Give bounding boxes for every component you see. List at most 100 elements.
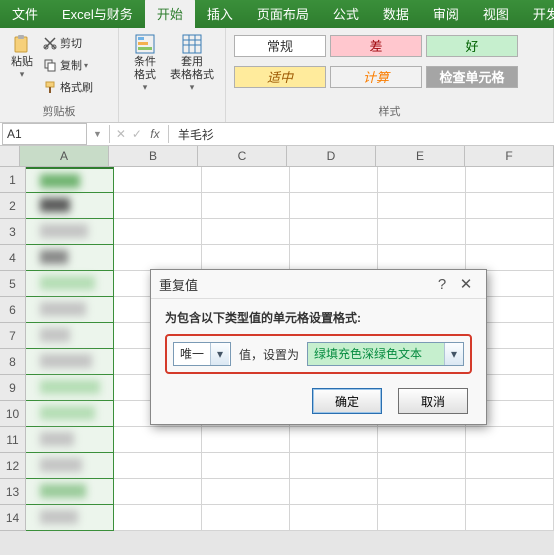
cell[interactable] [202, 505, 290, 531]
cell[interactable] [26, 297, 114, 323]
cell[interactable] [202, 219, 290, 245]
ok-button[interactable]: 确定 [312, 388, 382, 414]
row-header[interactable]: 6 [0, 297, 26, 323]
col-header[interactable]: E [376, 146, 465, 166]
cell[interactable] [378, 453, 466, 479]
col-header[interactable]: D [287, 146, 376, 166]
paste-button[interactable]: 粘贴 ▾ [7, 32, 37, 82]
cell[interactable] [26, 245, 114, 271]
name-box-dropdown[interactable]: ▼ [89, 129, 106, 139]
tab-file[interactable]: 文件 [0, 0, 50, 28]
style-normal[interactable]: 常规 [234, 35, 326, 57]
copy-button[interactable]: 复制▾ [40, 55, 96, 75]
cell[interactable] [466, 453, 554, 479]
row-header[interactable]: 2 [0, 193, 26, 219]
style-bad[interactable]: 差 [330, 35, 422, 57]
cell[interactable] [378, 219, 466, 245]
formula-input[interactable]: 羊毛衫 [172, 126, 554, 143]
row-header[interactable]: 4 [0, 245, 26, 271]
style-good[interactable]: 好 [426, 35, 518, 57]
cell[interactable] [290, 427, 378, 453]
cell[interactable] [202, 167, 290, 193]
cell[interactable] [114, 479, 202, 505]
cell[interactable] [114, 193, 202, 219]
cell[interactable] [26, 219, 114, 245]
cell[interactable] [290, 167, 378, 193]
row-header[interactable]: 9 [0, 375, 26, 401]
style-calculation[interactable]: 计算 [330, 66, 422, 88]
cell[interactable] [290, 505, 378, 531]
col-header[interactable]: B [109, 146, 198, 166]
fx-icon[interactable]: fx [145, 127, 165, 141]
cell[interactable] [466, 427, 554, 453]
row-header[interactable]: 13 [0, 479, 26, 505]
help-icon[interactable]: ? [430, 276, 454, 293]
row-header[interactable]: 11 [0, 427, 26, 453]
cell[interactable] [466, 245, 554, 271]
cell[interactable] [114, 219, 202, 245]
tab-insert[interactable]: 插入 [195, 0, 245, 28]
cell[interactable] [378, 245, 466, 271]
row-header[interactable]: 8 [0, 349, 26, 375]
cell[interactable] [290, 193, 378, 219]
cell[interactable] [114, 427, 202, 453]
col-header[interactable]: C [198, 146, 287, 166]
cell[interactable] [378, 193, 466, 219]
cell[interactable] [378, 427, 466, 453]
row-header[interactable]: 12 [0, 453, 26, 479]
cancel-button[interactable]: 取消 [398, 388, 468, 414]
cell[interactable] [202, 245, 290, 271]
cell[interactable] [466, 505, 554, 531]
format-painter-button[interactable]: 格式刷 [40, 77, 96, 97]
cell[interactable] [26, 505, 114, 531]
cell[interactable] [202, 193, 290, 219]
name-box[interactable]: A1 [2, 123, 87, 145]
cell[interactable] [26, 453, 114, 479]
cell[interactable] [290, 245, 378, 271]
cell[interactable] [114, 505, 202, 531]
cell[interactable] [202, 427, 290, 453]
cell[interactable] [290, 219, 378, 245]
cell[interactable] [378, 167, 466, 193]
row-header[interactable]: 7 [0, 323, 26, 349]
tab-view[interactable]: 视图 [471, 0, 521, 28]
row-header[interactable]: 10 [0, 401, 26, 427]
cell[interactable] [26, 193, 114, 219]
cell[interactable] [114, 167, 202, 193]
cell[interactable] [202, 453, 290, 479]
cell[interactable] [114, 453, 202, 479]
cell[interactable] [26, 167, 114, 193]
cell[interactable] [26, 401, 114, 427]
cell[interactable] [26, 271, 114, 297]
cell[interactable] [26, 375, 114, 401]
cell[interactable] [466, 219, 554, 245]
tab-formulas[interactable]: 公式 [321, 0, 371, 28]
row-header[interactable]: 14 [0, 505, 26, 531]
tab-review[interactable]: 审阅 [421, 0, 471, 28]
style-check-cell[interactable]: 检查单元格 [426, 66, 518, 88]
cell[interactable] [26, 479, 114, 505]
cell[interactable] [26, 323, 114, 349]
style-neutral[interactable]: 适中 [234, 66, 326, 88]
row-header[interactable]: 5 [0, 271, 26, 297]
row-header[interactable]: 3 [0, 219, 26, 245]
cell[interactable] [114, 245, 202, 271]
cell[interactable] [378, 505, 466, 531]
col-header[interactable]: F [465, 146, 554, 166]
tab-custom[interactable]: Excel与财务 [50, 0, 145, 28]
tab-developer[interactable]: 开发 [521, 0, 554, 28]
close-icon[interactable]: ✕ [454, 275, 478, 293]
conditional-format-button[interactable]: 条件格式 ▾ [126, 32, 164, 95]
format-combo[interactable]: 绿填充色深绿色文本 ▾ [307, 342, 464, 366]
cell[interactable] [202, 479, 290, 505]
tab-data[interactable]: 数据 [371, 0, 421, 28]
row-header[interactable]: 1 [0, 167, 26, 193]
tab-page-layout[interactable]: 页面布局 [245, 0, 321, 28]
col-header[interactable]: A [20, 146, 109, 166]
cell[interactable] [290, 479, 378, 505]
cut-button[interactable]: 剪切 [40, 33, 96, 53]
tab-home[interactable]: 开始 [145, 0, 195, 28]
cell[interactable] [466, 479, 554, 505]
table-format-button[interactable]: 套用 表格格式 ▾ [166, 32, 218, 95]
cell[interactable] [26, 349, 114, 375]
